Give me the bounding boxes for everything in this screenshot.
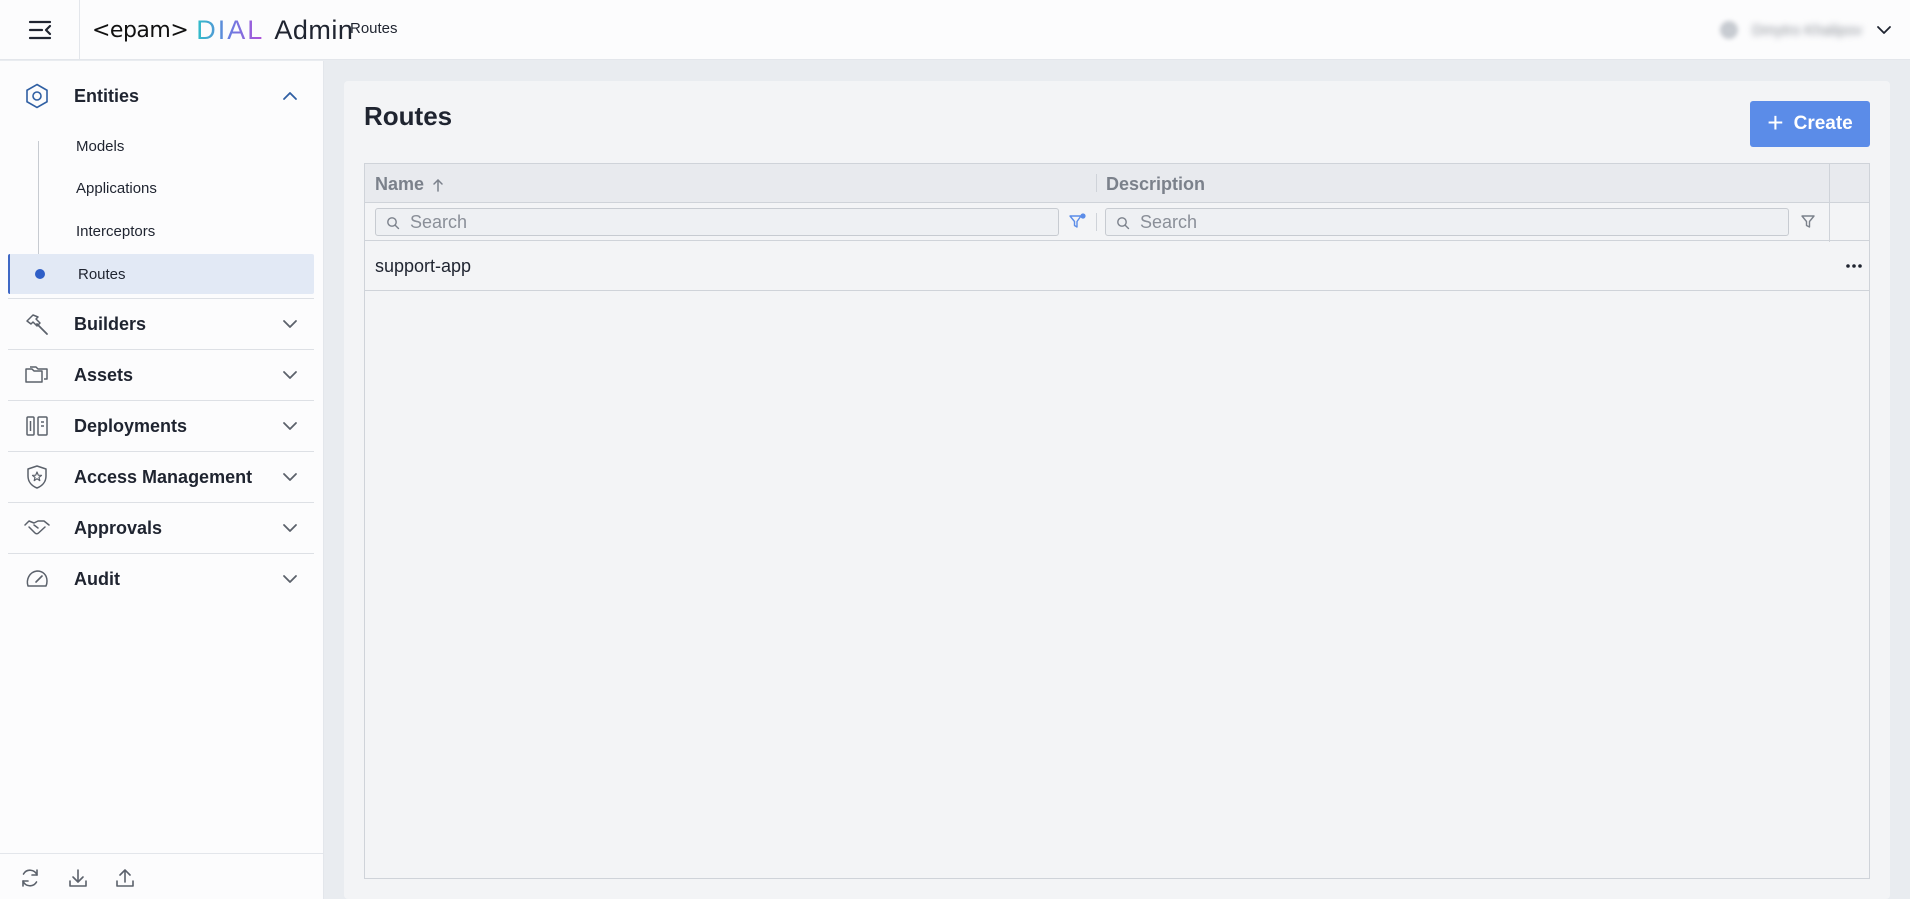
more-actions-icon[interactable] [1845, 258, 1863, 274]
menu-collapse-icon [28, 20, 51, 40]
column-header-name[interactable]: Name [375, 174, 444, 195]
chevron-up-icon [283, 92, 297, 100]
deployments-icon [26, 416, 48, 436]
sidebar-section-deployments[interactable]: Deployments [8, 401, 314, 451]
search-icon [1117, 217, 1130, 230]
main-content: Routes + Create Name Description Search … [344, 81, 1890, 899]
table-row[interactable]: support-app [365, 242, 1869, 291]
sidebar-section-access-management[interactable]: Access Management [8, 452, 314, 502]
name-search-box [375, 208, 1059, 236]
user-name: Dmytro Khalipov [1751, 21, 1862, 39]
menu-toggle-button[interactable] [0, 0, 80, 60]
upload-icon[interactable] [114, 867, 136, 889]
column-header-label: Name [375, 174, 425, 194]
page-title: Routes [364, 101, 453, 131]
gauge-icon [26, 570, 48, 587]
shield-star-icon [27, 465, 47, 489]
refresh-icon[interactable] [19, 867, 41, 889]
sidebar-item-label: Routes [78, 265, 126, 283]
sidebar-footer [0, 853, 324, 899]
sidebar-item-routes[interactable]: Routes [8, 254, 314, 294]
chevron-down-icon [283, 371, 297, 379]
create-button-label: Create [1793, 113, 1853, 134]
sidebar-item-label: Applications [76, 179, 157, 197]
logo-epam: <epam> [92, 17, 189, 43]
sidebar-section-builders[interactable]: Builders [8, 299, 314, 349]
plus-icon: + [1767, 106, 1784, 138]
hexagon-icon [26, 83, 48, 109]
sort-ascending-icon [433, 178, 443, 192]
download-icon[interactable] [67, 867, 89, 889]
logo-admin: Admin [274, 14, 354, 45]
logo-dial: DIAL [196, 14, 265, 45]
sidebar-item-applications[interactable]: Applications [8, 168, 314, 208]
description-search-box [1105, 208, 1789, 236]
routes-table: Name Description Search Search support-a… [364, 163, 1870, 879]
sidebar-section-entities[interactable]: Entities [8, 71, 314, 121]
sidebar: Entities Models Applications Interceptor… [0, 61, 324, 899]
chevron-down-icon [283, 320, 297, 328]
sidebar-section-label: Approvals [74, 517, 163, 538]
filter-icon[interactable] [1799, 213, 1817, 231]
filter-row [365, 204, 1869, 241]
sidebar-section-audit[interactable]: Audit [8, 554, 314, 604]
search-icon [387, 217, 400, 230]
hammer-icon [26, 314, 48, 335]
top-header: <epam> DIAL Admin Routes Dmytro Khalipov [0, 0, 1910, 60]
column-header-description[interactable]: Description [1106, 174, 1205, 195]
table-header: Name Description [365, 164, 1869, 203]
chevron-down-icon [283, 473, 297, 481]
sidebar-section-label: Assets [74, 364, 134, 385]
column-resize-handle[interactable] [1096, 174, 1097, 192]
sidebar-section-label: Entities [74, 85, 140, 106]
chevron-down-icon [1877, 26, 1891, 34]
sidebar-section-label: Builders [74, 313, 147, 334]
cell-name: support-app [375, 256, 472, 276]
column-divider [1096, 213, 1097, 231]
handshake-icon [24, 520, 50, 535]
folders-icon [25, 366, 48, 383]
app-logo[interactable]: <epam> DIAL Admin [92, 12, 353, 48]
name-search-input[interactable] [410, 211, 1052, 233]
sidebar-item-interceptors[interactable]: Interceptors [8, 211, 314, 251]
breadcrumb: Routes [350, 20, 398, 37]
sidebar-section-label: Deployments [74, 415, 188, 436]
sidebar-item-label: Interceptors [76, 222, 156, 240]
active-dot [35, 269, 45, 279]
user-menu[interactable]: Dmytro Khalipov [1660, 0, 1910, 60]
chevron-down-icon [283, 575, 297, 583]
avatar [1719, 21, 1738, 39]
sidebar-section-label: Audit [74, 568, 120, 589]
create-button[interactable]: + Create [1750, 101, 1870, 147]
sidebar-section-approvals[interactable]: Approvals [8, 503, 314, 553]
filter-active-icon[interactable] [1068, 213, 1086, 231]
chevron-down-icon [283, 524, 297, 532]
sidebar-section-assets[interactable]: Assets [8, 350, 314, 400]
chevron-down-icon [283, 422, 297, 430]
description-search-input[interactable] [1140, 211, 1782, 233]
sidebar-item-label: Models [76, 137, 125, 155]
sidebar-section-label: Access Management [74, 466, 253, 487]
sidebar-item-models[interactable]: Models [8, 126, 314, 166]
